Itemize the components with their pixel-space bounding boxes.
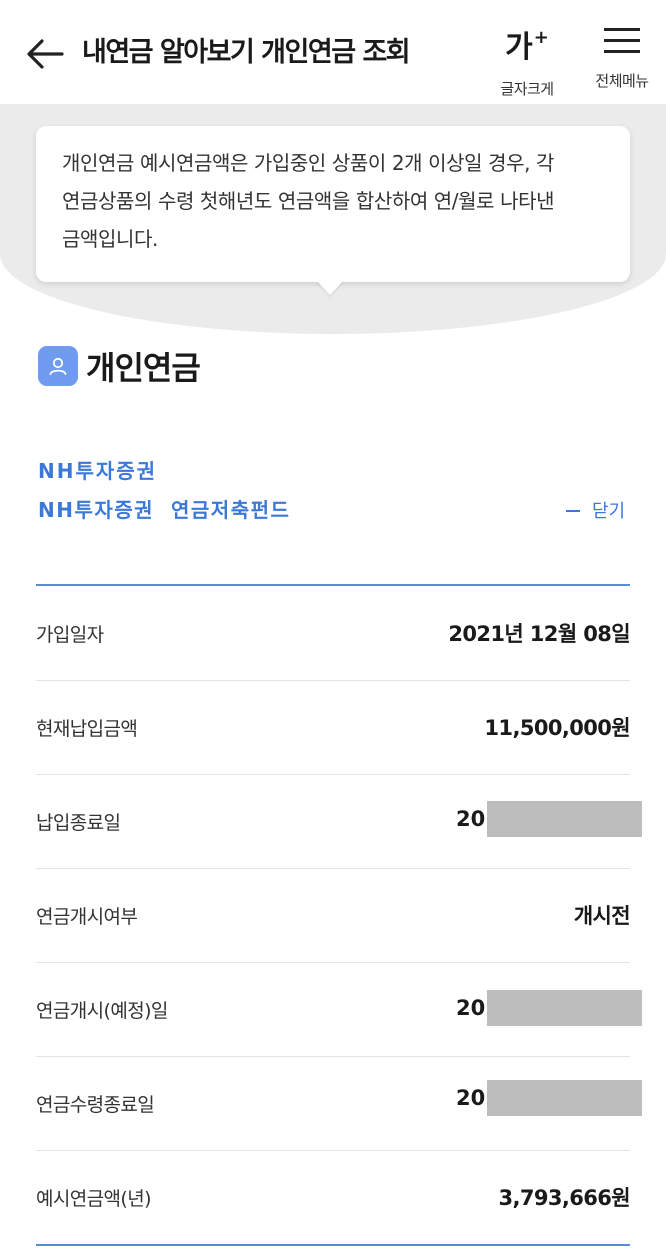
row-value: 20 bbox=[456, 807, 486, 831]
row-label: 예시연금액(년) bbox=[36, 1188, 152, 1210]
masked-value: 20 bbox=[456, 990, 643, 1026]
back-button[interactable] bbox=[22, 32, 66, 76]
row-paid-amount: 현재납입금액 11,500,000원 bbox=[36, 681, 631, 775]
font-size-button[interactable]: 가+ 글자크게 bbox=[488, 18, 566, 98]
row-annuity-start-date: 연금개시(예정)일 20 bbox=[36, 963, 643, 1057]
top-app-bar: 내연금 알아보기 개인연금 조회 가+ 글자크게 전체메뉴 bbox=[0, 0, 666, 104]
person-badge bbox=[38, 346, 78, 386]
font-size-icon: 가+ bbox=[505, 27, 549, 65]
row-label: 납입종료일 bbox=[36, 812, 121, 834]
menu-icon bbox=[604, 26, 640, 54]
redaction-mask bbox=[487, 801, 643, 837]
back-arrow-icon bbox=[27, 39, 64, 69]
product-name: NH투자증권 연금저축펀드 bbox=[38, 498, 291, 522]
redaction-mask bbox=[487, 1080, 643, 1116]
row-value: 3,793,666원 bbox=[498, 1186, 630, 1210]
masked-value: 20 bbox=[456, 801, 643, 837]
redaction-mask bbox=[487, 990, 643, 1026]
masked-value: 20 bbox=[456, 1080, 643, 1116]
row-label: 연금개시여부 bbox=[36, 906, 138, 928]
full-menu-label: 전체메뉴 bbox=[595, 72, 649, 90]
divider-top bbox=[36, 584, 630, 586]
tooltip-text: 개인연금 예시연금액은 가입중인 상품이 2개 이상일 경우, 각 연금상품의 … bbox=[62, 151, 555, 251]
full-menu-button[interactable]: 전체메뉴 bbox=[582, 18, 662, 94]
company-name: NH투자증권 bbox=[38, 459, 158, 483]
divider-bottom bbox=[36, 1244, 630, 1246]
row-annuity-status: 연금개시여부 개시전 bbox=[36, 869, 631, 963]
section-heading: 개인연금 bbox=[38, 345, 201, 387]
row-label: 연금개시(예정)일 bbox=[36, 1000, 168, 1022]
row-value: 20 bbox=[456, 1086, 486, 1110]
font-size-label: 글자크게 bbox=[500, 80, 554, 98]
row-label: 가입일자 bbox=[36, 624, 104, 646]
collapse-label: 닫기 bbox=[592, 501, 626, 522]
person-icon bbox=[49, 357, 67, 375]
row-value: 20 bbox=[456, 996, 486, 1020]
row-annuity-end-date: 연금수령종료일 20 bbox=[36, 1057, 643, 1151]
row-payment-end-date: 납입종료일 20 bbox=[36, 775, 643, 869]
minus-icon bbox=[566, 509, 580, 512]
row-label: 연금수령종료일 bbox=[36, 1094, 155, 1116]
row-value: 2021년 12월 08일 bbox=[448, 622, 630, 646]
info-tooltip: 개인연금 예시연금액은 가입중인 상품이 2개 이상일 경우, 각 연금상품의 … bbox=[36, 126, 630, 282]
row-value: 개시전 bbox=[573, 904, 631, 928]
row-label: 현재납입금액 bbox=[36, 718, 138, 740]
row-value: 11,500,000원 bbox=[484, 716, 630, 740]
collapse-button[interactable]: 닫기 bbox=[566, 497, 625, 523]
row-join-date: 가입일자 2021년 12월 08일 bbox=[36, 587, 631, 681]
tooltip-pointer bbox=[316, 280, 344, 295]
page-title: 내연금 알아보기 개인연금 조회 bbox=[82, 37, 411, 68]
section-title: 개인연금 bbox=[86, 349, 201, 387]
row-estimated-annuity: 예시연금액(년) 3,793,666원 bbox=[36, 1151, 631, 1245]
